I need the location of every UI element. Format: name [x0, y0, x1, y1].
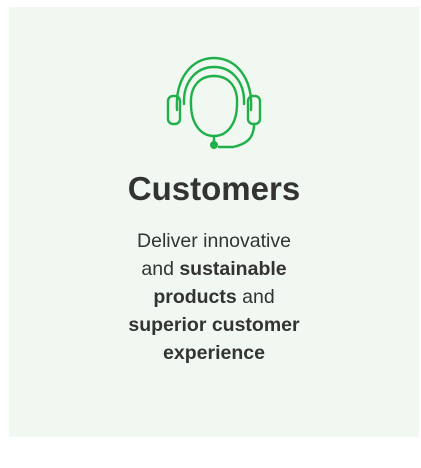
customers-card: Customers Deliver innovative and sustain… — [9, 7, 419, 437]
headset-icon — [9, 52, 419, 157]
description-emphasis: sustainable — [179, 258, 287, 280]
description-line-3: products and — [9, 283, 419, 311]
description-emphasis: experience — [163, 342, 265, 364]
description-text: Deliver innovative — [137, 230, 291, 252]
description-text: and — [141, 258, 180, 280]
description-text: and — [236, 286, 275, 308]
description-line-5: experience — [9, 339, 419, 367]
description-line-1: Deliver innovative — [9, 227, 419, 255]
card-title: Customers — [127, 170, 301, 207]
description-emphasis: products — [153, 286, 237, 308]
description-emphasis: superior customer — [128, 314, 300, 336]
card-description: Deliver innovative and sustainable produ… — [9, 227, 419, 367]
description-line-2: and sustainable — [9, 255, 419, 283]
description-line-4: superior customer — [9, 311, 419, 339]
